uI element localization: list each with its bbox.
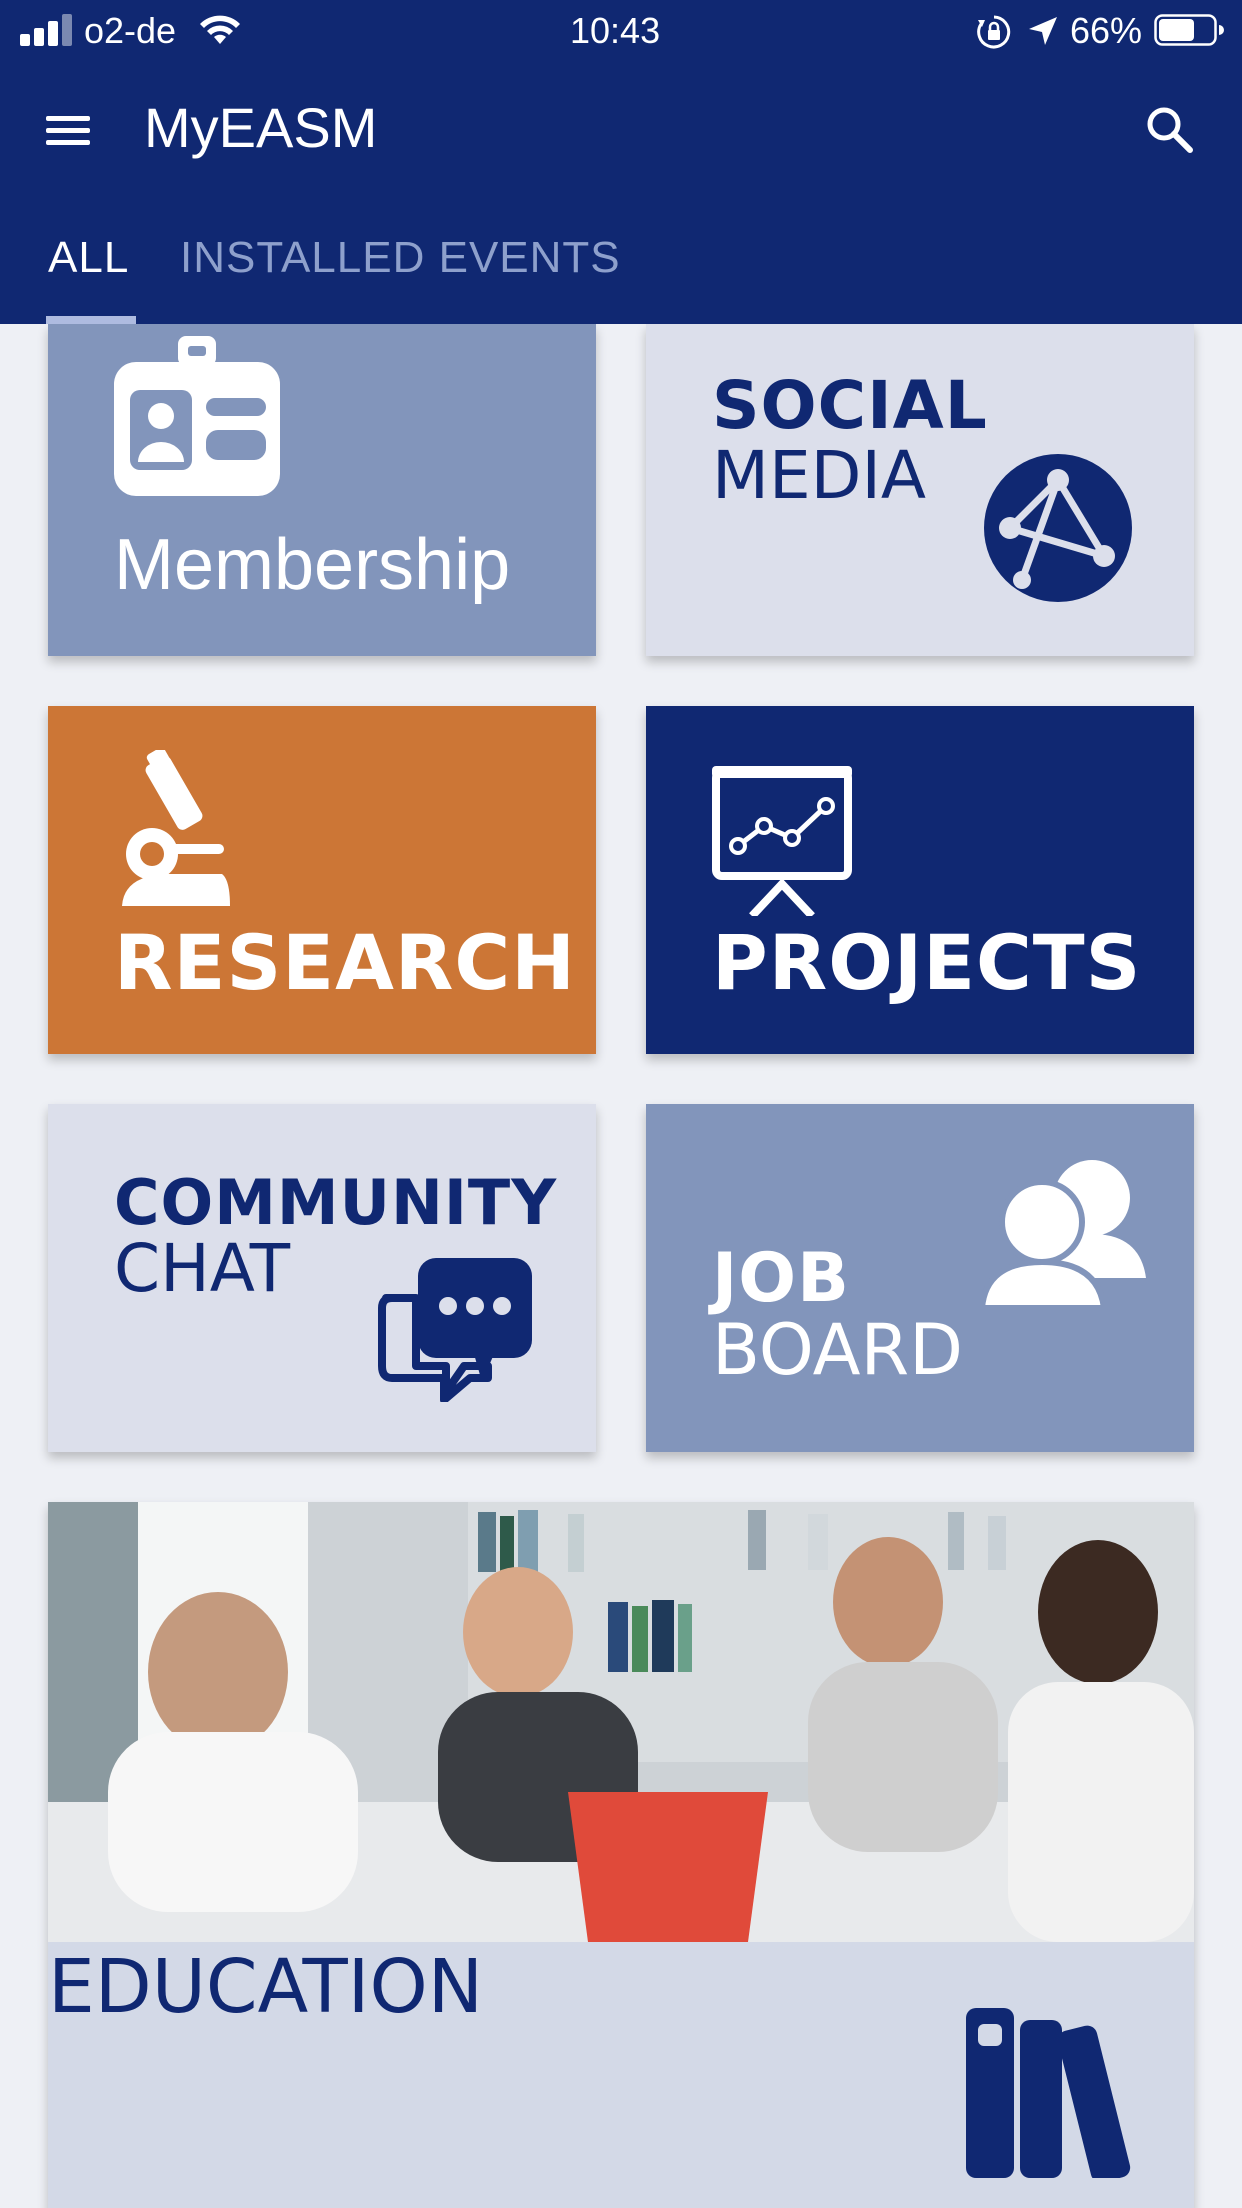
community-chat-line2: CHAT xyxy=(114,1230,291,1307)
chat-bubble-icon xyxy=(378,1258,532,1402)
job-board-tile[interactable]: JOB BOARD xyxy=(646,1104,1194,1452)
social-media-line2: MEDIA xyxy=(712,437,927,514)
education-band: EDUCATION xyxy=(48,1942,1194,2208)
research-tile[interactable]: RESEARCH xyxy=(48,706,596,1054)
orientation-lock-icon xyxy=(977,15,1011,49)
presentation-chart-icon xyxy=(712,766,852,916)
status-bar: o2-de 10:43 66% xyxy=(0,0,1242,62)
app-bar: MyEASM ALL INSTALLED EVENTS xyxy=(0,62,1242,324)
battery-percent: 66% xyxy=(1070,10,1143,51)
education-photo xyxy=(48,1502,1194,1942)
location-arrow-icon xyxy=(1029,17,1057,45)
id-badge-icon xyxy=(114,336,280,496)
education-tile[interactable]: EDUCATION xyxy=(48,1502,1194,2208)
status-time: 10:43 xyxy=(570,10,661,51)
people-icon xyxy=(980,1160,1146,1310)
app-title: MyEASM xyxy=(144,96,378,159)
membership-label: Membership xyxy=(114,525,511,605)
search-icon[interactable] xyxy=(1140,100,1200,160)
tile-grid: Membership SOCIAL MEDIA RESEARCH PROJECT… xyxy=(0,324,1242,2208)
microscope-icon xyxy=(122,750,230,906)
wifi-icon xyxy=(200,15,240,44)
community-chat-tile[interactable]: COMMUNITY CHAT xyxy=(48,1104,596,1452)
tab-all[interactable]: ALL xyxy=(48,230,129,286)
hamburger-menu-icon[interactable] xyxy=(38,110,98,150)
active-tab-indicator xyxy=(46,316,136,324)
job-board-line2: BOARD xyxy=(712,1309,964,1391)
social-media-tile[interactable]: SOCIAL MEDIA xyxy=(646,324,1194,656)
globe-network-icon xyxy=(984,454,1132,602)
carrier-name: o2-de xyxy=(84,10,177,51)
membership-tile[interactable]: Membership xyxy=(48,324,596,656)
tab-installed-events[interactable]: INSTALLED EVENTS xyxy=(180,230,621,286)
books-icon xyxy=(966,2008,1131,2178)
battery-icon xyxy=(1154,14,1224,46)
research-label: RESEARCH xyxy=(114,918,576,1007)
projects-tile[interactable]: PROJECTS xyxy=(646,706,1194,1054)
job-board-line1: JOB xyxy=(712,1239,850,1318)
social-media-line1: SOCIAL xyxy=(712,367,988,444)
signal-strength-icon xyxy=(20,14,76,46)
community-chat-line1: COMMUNITY xyxy=(114,1166,558,1239)
projects-label: PROJECTS xyxy=(712,918,1142,1007)
